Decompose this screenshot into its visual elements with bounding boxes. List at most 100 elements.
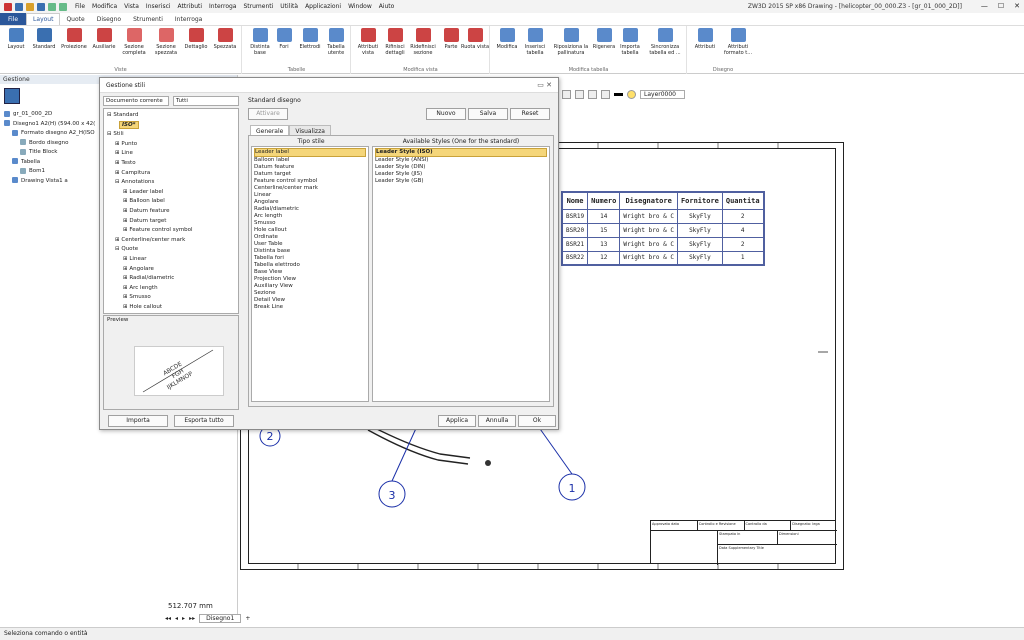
list-item[interactable]: Tabella fori xyxy=(254,255,366,262)
list-item[interactable]: Ordinate xyxy=(254,234,366,241)
scope-select[interactable]: Documento corrente xyxy=(103,96,169,106)
linetype-icon[interactable] xyxy=(601,90,610,99)
attributi-vista-button[interactable]: Attributi vista xyxy=(353,28,383,56)
menu-attributi[interactable]: Attributi xyxy=(178,3,202,10)
list-item[interactable]: Angolare xyxy=(254,199,366,206)
export-all-button[interactable]: Esporta tutto xyxy=(174,415,234,427)
menu-window[interactable]: Window xyxy=(348,3,372,10)
tree-item[interactable]: ⊞ Feature control symbol xyxy=(107,226,235,236)
tab-strumenti[interactable]: Strumenti xyxy=(127,14,169,25)
available-styles-list[interactable]: Leader Style (ISO) Leader Style (ANSI) L… xyxy=(372,146,550,402)
tree-item[interactable]: Disegno1 A2(H) (594.00 x 42( xyxy=(4,120,95,130)
undo-icon[interactable] xyxy=(48,2,56,11)
lineweight-icon[interactable] xyxy=(614,93,623,96)
sezione-spezzata-button[interactable]: Sezione spezzata xyxy=(151,28,181,56)
menu-aiuto[interactable]: Aiuto xyxy=(379,3,395,10)
list-item[interactable]: Hole callout xyxy=(254,227,366,234)
list-item[interactable]: Leader label xyxy=(254,148,366,157)
tree-item[interactable]: ⊞ Punto xyxy=(107,140,235,150)
list-item[interactable]: Datum feature xyxy=(254,164,366,171)
attributi-formato-button[interactable]: Attributi formato t... xyxy=(720,28,756,56)
list-item[interactable]: Balloon label xyxy=(254,157,366,164)
standard-button[interactable]: Standard xyxy=(29,28,59,50)
list-item[interactable]: Leader Style (ISO) xyxy=(375,148,547,157)
list-item[interactable]: Radial/diametric xyxy=(254,206,366,213)
tab-layout[interactable]: Layout xyxy=(26,13,61,25)
new-button[interactable]: Nuovo xyxy=(426,108,466,120)
sincronizza-tabella-button[interactable]: Sincronizza tabella ed ... xyxy=(645,28,685,56)
add-sheet-icon[interactable]: + xyxy=(245,615,250,622)
tree-item[interactable]: ISO* xyxy=(107,120,235,131)
tree-item[interactable]: gr_01_000_2D xyxy=(4,110,95,120)
color-icon[interactable] xyxy=(588,90,597,99)
tree-item[interactable]: Drawing Vista1 a xyxy=(4,177,95,187)
list-item[interactable]: Leader Style (ANSI) xyxy=(375,157,547,164)
tree-item[interactable]: ⊞ Campitura xyxy=(107,169,235,179)
tabella-utente-button[interactable]: Tabella utente xyxy=(321,28,351,56)
tree-item[interactable]: ⊟ Standard xyxy=(107,111,235,121)
style-tree[interactable]: ⊟ Standard ISO* ⊟ Stili ⊞ Punto ⊞ Line ⊞… xyxy=(103,108,239,314)
last-sheet-icon[interactable]: ▸▸ xyxy=(189,615,195,622)
layer-bulb-icon[interactable] xyxy=(627,90,636,99)
menu-vista[interactable]: Vista xyxy=(124,3,139,10)
tab-quote[interactable]: Quote xyxy=(60,14,90,25)
prev-sheet-icon[interactable]: ◂ xyxy=(175,615,178,622)
spezzata-button[interactable]: Spezzata xyxy=(210,28,240,50)
activate-button[interactable]: Attivare xyxy=(248,108,288,120)
tab-file[interactable]: File xyxy=(0,13,27,25)
cancel-button[interactable]: Annulla xyxy=(478,415,516,427)
rifinisci-dettagli-button[interactable]: Rifinisci dettagli xyxy=(380,28,410,56)
ok-button[interactable]: Ok xyxy=(518,415,556,427)
list-item[interactable]: Feature control symbol xyxy=(254,178,366,185)
open-icon[interactable] xyxy=(26,2,34,11)
tree-item[interactable]: ⊟ Annotations xyxy=(107,178,235,188)
tree-item[interactable]: ⊞ Linear xyxy=(107,255,235,265)
tree-item[interactable]: ⊞ Datum feature xyxy=(107,207,235,217)
ridefinisci-sezione-button[interactable]: Ridefinisci sezione xyxy=(408,28,438,56)
list-item[interactable]: Arc length xyxy=(254,213,366,220)
first-sheet-icon[interactable]: ◂◂ xyxy=(165,615,171,622)
menu-applicazioni[interactable]: Applicazioni xyxy=(305,3,341,10)
app-logo-icon[interactable] xyxy=(4,2,12,11)
tree-item[interactable]: ⊞ Arc length xyxy=(107,284,235,294)
list-item[interactable]: Projection View xyxy=(254,276,366,283)
list-item[interactable]: Break Line xyxy=(254,304,366,311)
close-icon[interactable]: ▭ ✕ xyxy=(537,81,552,89)
ruota-vista-button[interactable]: Ruota vista xyxy=(460,28,490,50)
layer-select[interactable]: Layer0000 xyxy=(640,90,685,99)
modifica-button[interactable]: Modifica xyxy=(492,28,522,50)
list-item[interactable]: Centerline/center mark xyxy=(254,185,366,192)
menu-utilita[interactable]: Utilità xyxy=(280,3,298,10)
tree-item[interactable]: ⊞ Line xyxy=(107,149,235,159)
redo-icon[interactable] xyxy=(59,2,67,11)
menu-file[interactable]: File xyxy=(75,3,85,10)
style-type-list[interactable]: Leader label Balloon label Datum feature… xyxy=(251,146,369,402)
tab-interroga[interactable]: Interroga xyxy=(169,14,208,25)
next-sheet-icon[interactable]: ▸ xyxy=(182,615,185,622)
menu-modifica[interactable]: Modifica xyxy=(92,3,117,10)
tree-item[interactable]: ⊞ Testo xyxy=(107,159,235,169)
tree-item[interactable]: ⊞ Smusso xyxy=(107,293,235,303)
new-icon[interactable] xyxy=(15,2,23,11)
list-item[interactable]: Smusso xyxy=(254,220,366,227)
tree-item[interactable]: ⊟ Stili xyxy=(107,130,235,140)
list-item[interactable]: Leader Style (JIS) xyxy=(375,171,547,178)
filter-icon[interactable] xyxy=(575,90,584,99)
minimize-icon[interactable]: — xyxy=(981,2,988,10)
import-button[interactable]: Importa xyxy=(108,415,168,427)
list-item[interactable]: Tabella elettrodo xyxy=(254,262,366,269)
tree-item[interactable]: ⊞ Balloon label xyxy=(107,197,235,207)
list-item[interactable]: Sezione xyxy=(254,290,366,297)
riposiziona-pallinatura-button[interactable]: Riposiziona la pallinatura xyxy=(551,28,591,56)
sezione-completa-button[interactable]: Sezione completa xyxy=(119,28,149,56)
attributi-button[interactable]: Attributi xyxy=(690,28,720,50)
tree-item[interactable]: Bom1 xyxy=(4,167,95,177)
tab-sheet-disegno1[interactable]: Disegno1 xyxy=(199,613,242,623)
save-button[interactable]: Salva xyxy=(468,108,508,120)
save-icon[interactable] xyxy=(37,2,45,11)
tree-item[interactable]: Title Block xyxy=(4,148,95,158)
tree-item[interactable]: ⊞ Hole callout xyxy=(107,303,235,313)
list-item[interactable]: Detail View xyxy=(254,297,366,304)
list-item[interactable]: Leader Style (DIN) xyxy=(375,164,547,171)
tree-item[interactable]: ⊞ Angolare xyxy=(107,265,235,275)
